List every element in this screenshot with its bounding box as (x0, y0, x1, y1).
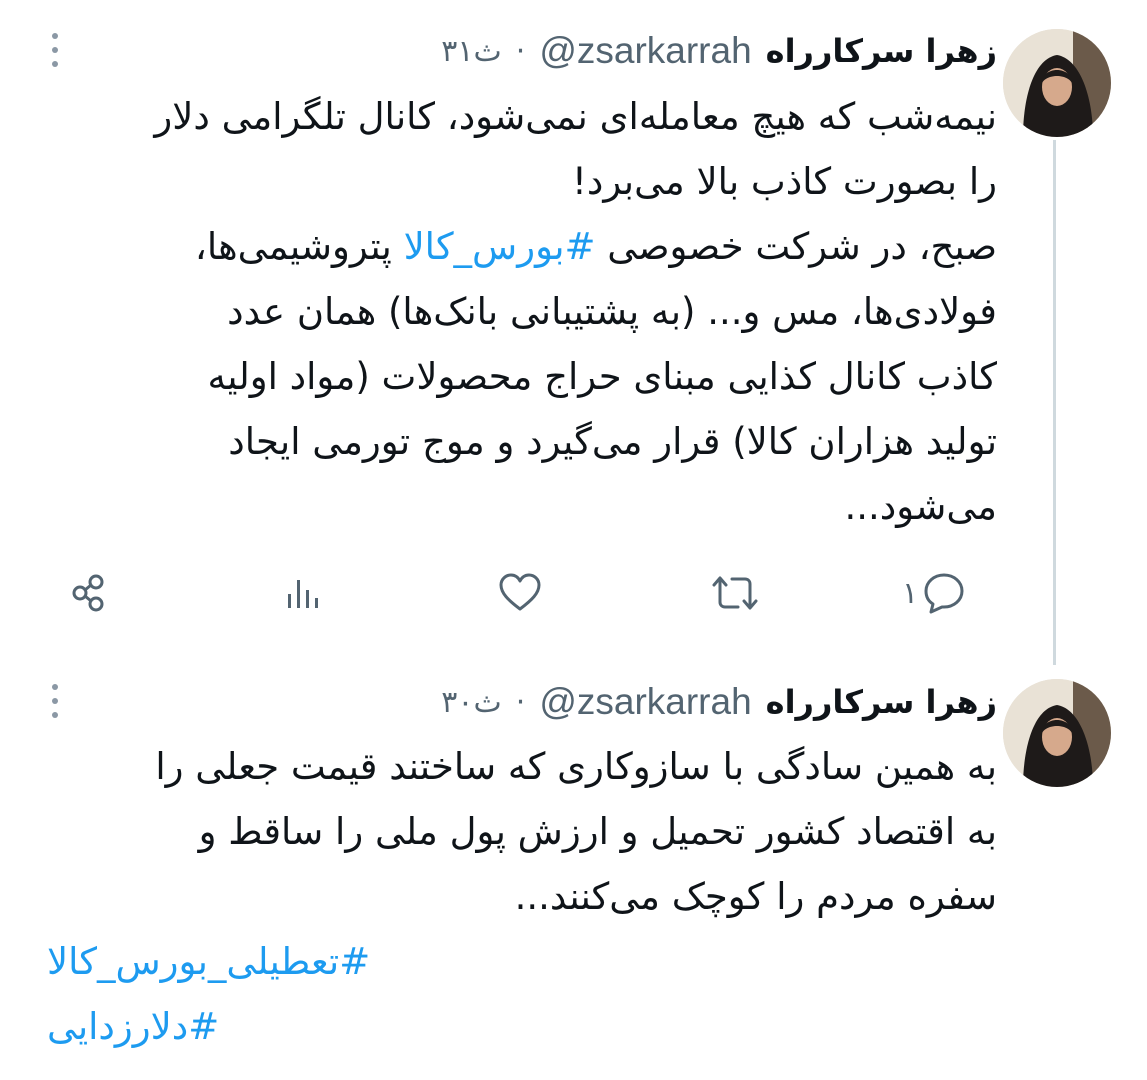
tweet-line: صبح، در شرکت خصوصی #بورس_کالا پتروشیمی‌ه… (47, 214, 997, 279)
tweet-text: به همین سادگی با سازوکاری که ساختند قیمت… (47, 734, 997, 1059)
share-button[interactable] (68, 568, 110, 618)
author-handle[interactable]: @zsarkarrah (539, 681, 751, 723)
tweet-line: فولادی‌ها، مس و... (به پشتیبانی بانک‌ها)… (227, 290, 997, 333)
tweet-header: زهرا سرکارراه @zsarkarrah · ۳۰ث (441, 677, 997, 727)
tweet-line: کاذب کانال کذایی مبنای حراج محصولات (موا… (207, 355, 997, 398)
tweet-line: سفره مردم را کوچک می‌کنند... (514, 875, 997, 918)
author-handle[interactable]: @zsarkarrah (539, 30, 751, 72)
avatar-image (1003, 29, 1111, 137)
tweet-line: به همین سادگی با سازوکاری که ساختند قیمت… (155, 745, 997, 788)
tweet-line: را بصورت کاذب بالا می‌برد! (572, 160, 997, 203)
reply-button[interactable]: ۱ (902, 568, 966, 618)
heart-icon (499, 573, 541, 611)
more-icon[interactable] (48, 33, 62, 67)
like-button[interactable] (498, 568, 542, 618)
retweet-icon (712, 576, 758, 610)
separator-dot: · (515, 684, 526, 720)
tweet-header: زهرا سرکارراه @zsarkarrah · ۳۱ث (441, 26, 997, 76)
tweet-line: تولید هزاران کالا) قرار می‌گیرد و موج تو… (228, 420, 997, 463)
author-name[interactable]: زهرا سرکارراه (766, 32, 997, 70)
more-icon[interactable] (48, 684, 62, 718)
retweet-button[interactable] (711, 568, 759, 618)
tweet-line: نیمه‌شب که هیچ معامله‌ای نمی‌شود، کانال … (154, 95, 997, 138)
avatar[interactable] (1003, 29, 1111, 137)
tweet-text-segment: پتروشیمی‌ها، (194, 225, 404, 268)
reply-icon (924, 573, 964, 614)
tweet-actions: ۱ (0, 558, 1147, 628)
tweet-text-segment: صبح، در شرکت خصوصی (595, 225, 997, 268)
hashtag-link[interactable]: #دلارزدایی (47, 994, 997, 1059)
reply-count: ۱ (902, 575, 919, 611)
share-icon (72, 574, 104, 612)
hashtag-link[interactable]: #تعطیلی_بورس_کالا (47, 929, 997, 994)
author-name[interactable]: زهرا سرکارراه (766, 683, 997, 721)
views-icon (288, 580, 318, 608)
views-button[interactable] (284, 568, 324, 618)
tweet-time[interactable]: ۳۰ث (441, 685, 501, 720)
tweet-line: می‌شود... (844, 485, 997, 528)
tweet-text: نیمه‌شب که هیچ معامله‌ای نمی‌شود، کانال … (47, 84, 997, 539)
separator-dot: · (515, 33, 526, 69)
tweet-time[interactable]: ۳۱ث (441, 34, 501, 69)
avatar-image (1003, 679, 1111, 787)
tweet-line: به اقتصاد کشور تحمیل و ارزش پول ملی را س… (198, 810, 997, 853)
avatar[interactable] (1003, 679, 1111, 787)
hashtag-link[interactable]: #بورس_کالا (404, 225, 596, 268)
